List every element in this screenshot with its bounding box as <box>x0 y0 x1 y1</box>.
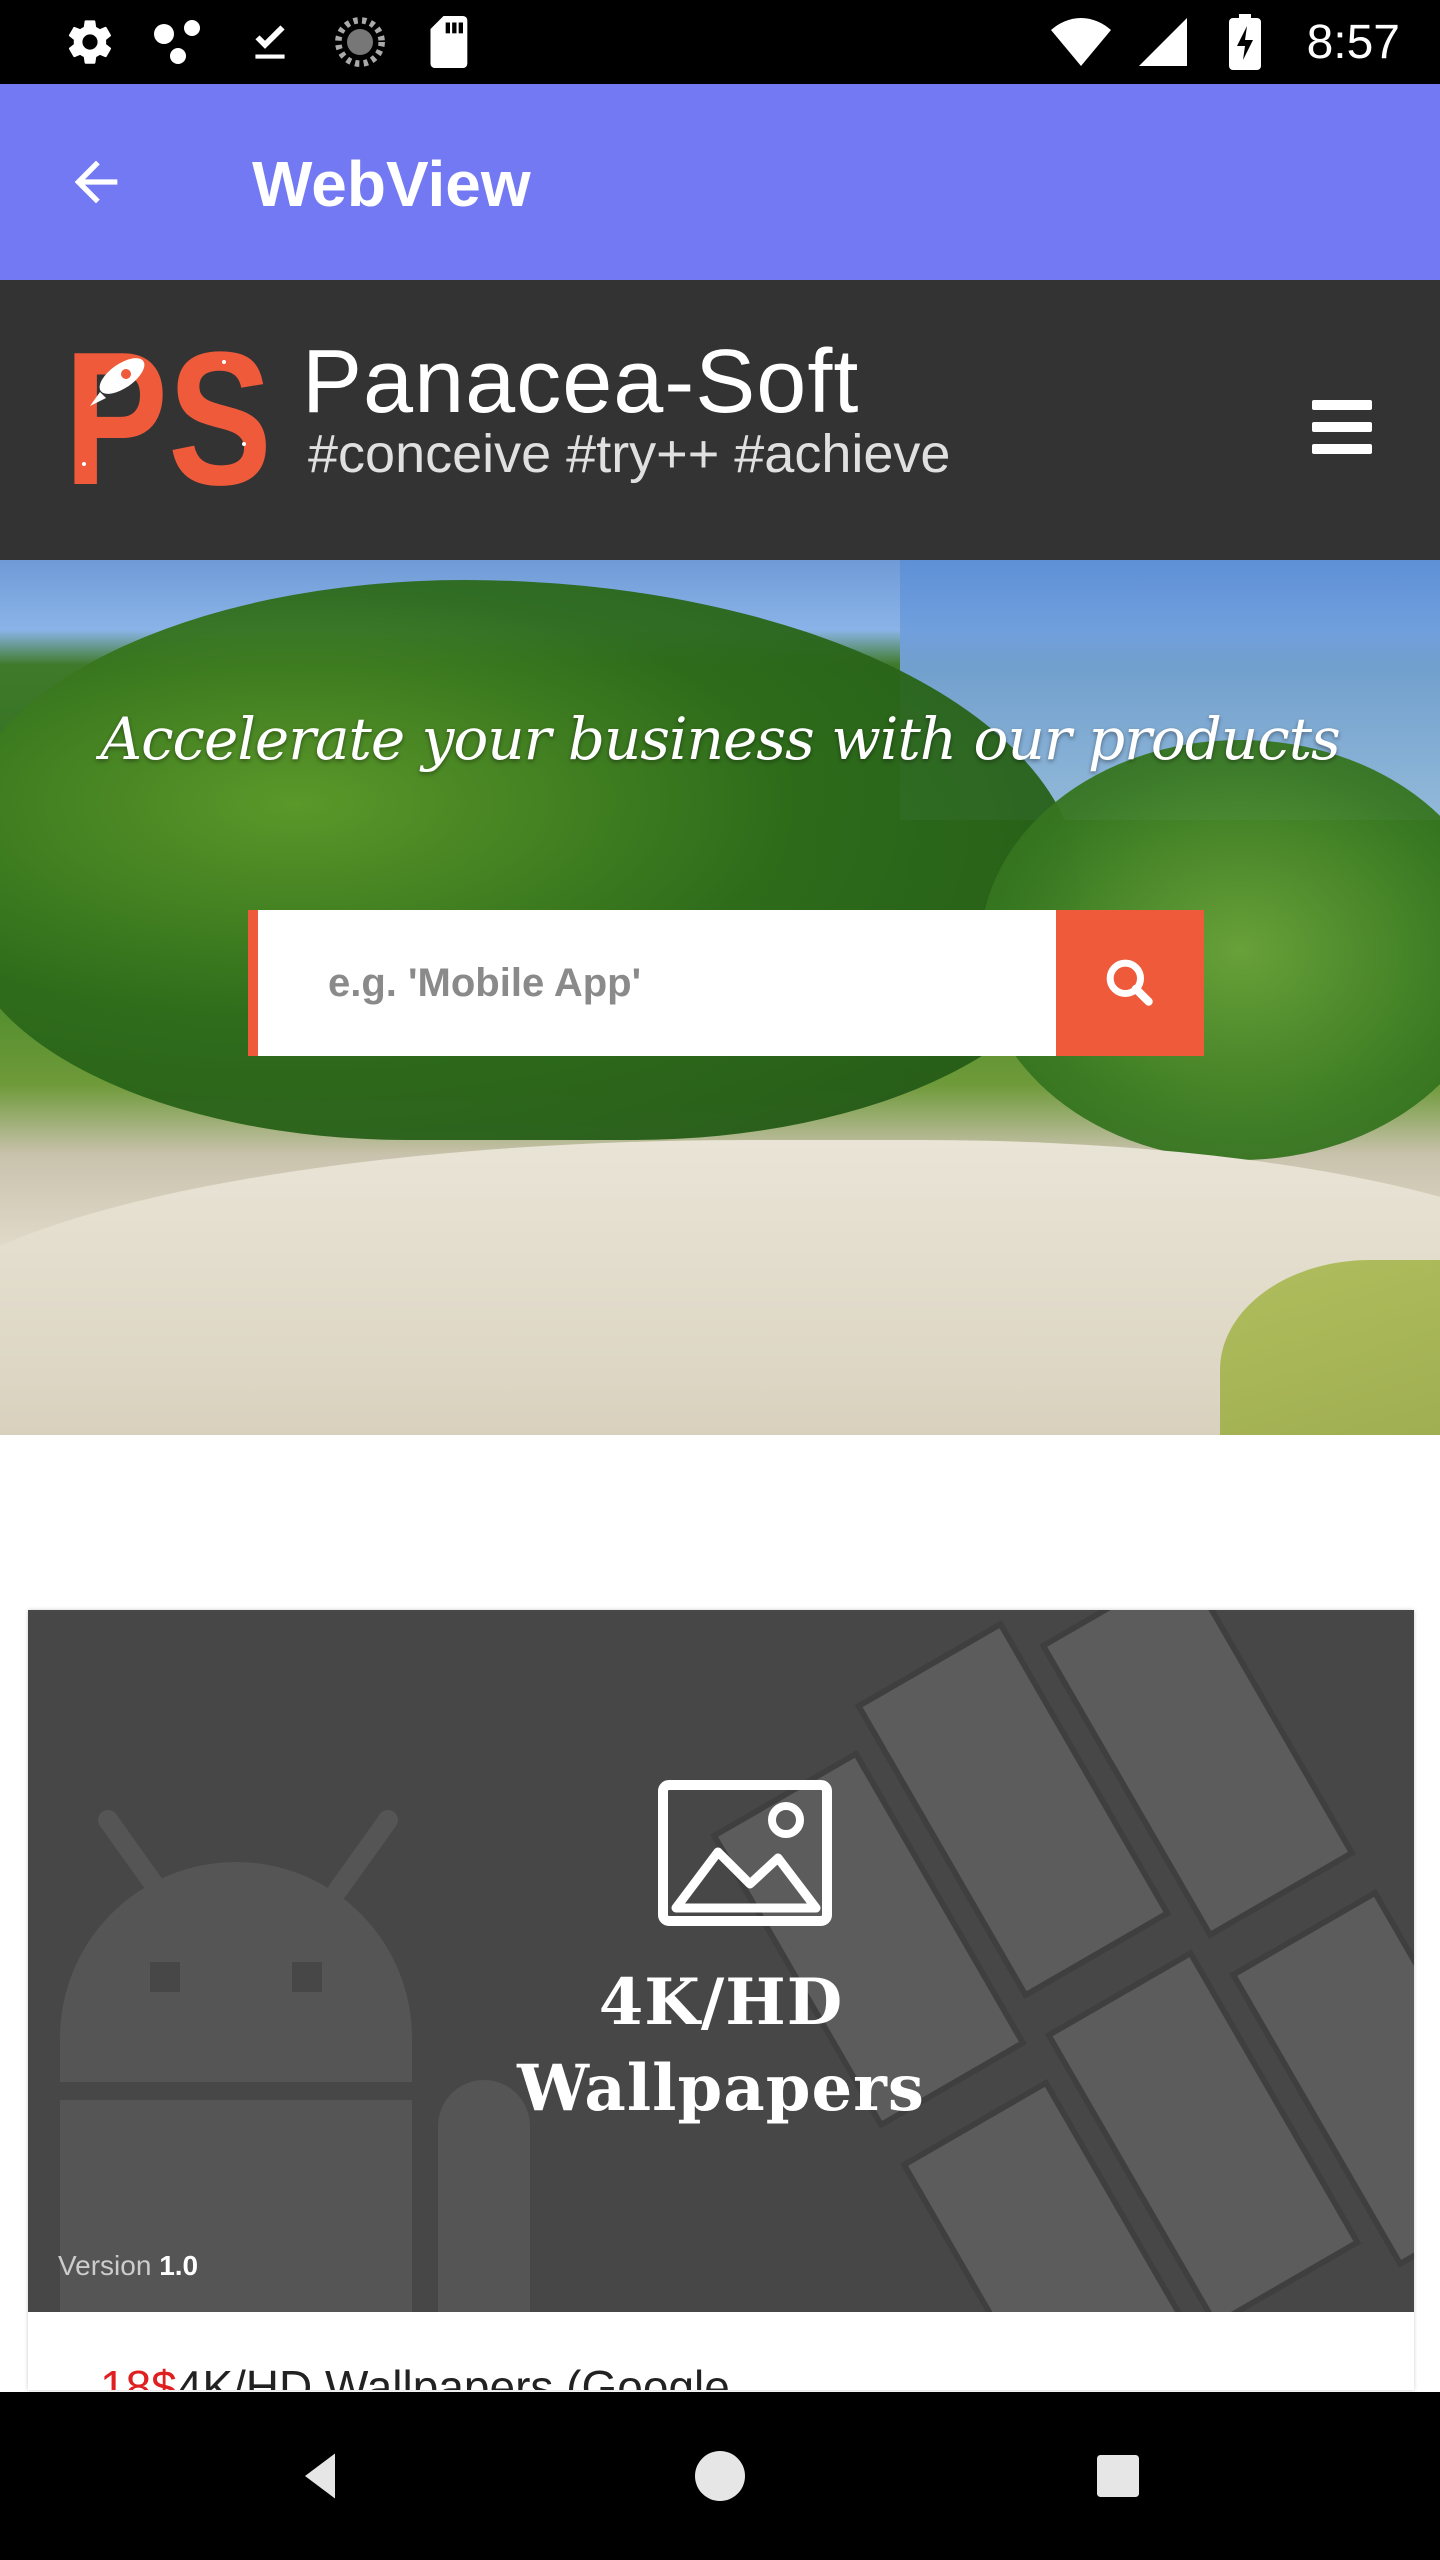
product-caption[interactable]: 18$4K/HD Wallpapers (Google <box>100 2360 730 2390</box>
status-right-icons: 8:57 <box>1050 12 1400 72</box>
wifi-icon <box>1050 12 1111 72</box>
image-icon <box>658 1780 832 1926</box>
product-image-title-line2: Wallpapers <box>517 2051 925 2126</box>
menu-line <box>1312 400 1372 410</box>
navigation-bar <box>0 2392 1440 2560</box>
brand-name[interactable]: Panacea-Soft <box>302 332 859 432</box>
hero-heading: Accelerate your business with our produc… <box>100 705 1341 773</box>
nav-recents-button[interactable] <box>1078 2436 1158 2516</box>
download-done-icon <box>240 12 300 72</box>
settings-icon <box>60 12 120 72</box>
brand-tagline: #conceive #try++ #achieve <box>308 424 951 484</box>
search-icon <box>1106 959 1153 1006</box>
search-bar <box>248 910 1204 1056</box>
sd-card-icon <box>420 12 480 72</box>
menu-line <box>1312 444 1372 454</box>
product-card[interactable]: 4K/HD Wallpapers Version 1.0 18$4K/HD Wa… <box>28 1610 1414 2390</box>
menu-line <box>1312 422 1372 432</box>
product-price: 18$ <box>100 2361 177 2390</box>
app-title: WebView <box>252 148 531 220</box>
nav-home-button[interactable] <box>680 2436 760 2516</box>
version-label: Version 1.0 <box>58 2250 198 2282</box>
nav-back-button[interactable] <box>280 2436 360 2516</box>
recents-square-icon <box>1097 2455 1139 2497</box>
app-bar: WebView <box>0 84 1440 280</box>
arrow-back-icon <box>74 160 118 204</box>
home-circle-icon <box>695 2451 745 2501</box>
status-bar: 8:57 <box>0 0 1440 84</box>
search-button[interactable] <box>1056 910 1204 1056</box>
hero-banner: Accelerate your business with our produc… <box>0 560 1440 1435</box>
product-image-title-line1: 4K/HD <box>598 1965 844 2040</box>
logo-text: PS <box>64 334 272 490</box>
version-number: 1.0 <box>159 2250 199 2281</box>
product-image-title: 4K/HD Wallpapers <box>28 1960 1414 2132</box>
status-time: 8:57 <box>1306 15 1400 69</box>
product-name: 4K/HD Wallpapers (Google <box>176 2361 730 2390</box>
back-triangle-icon <box>305 2453 335 2499</box>
product-image[interactable]: 4K/HD Wallpapers Version 1.0 <box>28 1610 1414 2312</box>
site-logo[interactable]: PS <box>64 313 272 525</box>
android-antennas <box>98 1810 398 1900</box>
battery-charging-icon <box>1215 12 1275 72</box>
signal-icon <box>1133 12 1193 72</box>
hamburger-menu-icon[interactable] <box>1300 385 1384 469</box>
dots-icon <box>150 12 210 72</box>
search-input[interactable] <box>248 910 1056 1056</box>
status-left-icons <box>60 12 480 72</box>
version-text: Version <box>58 2250 152 2281</box>
back-button[interactable] <box>48 134 144 230</box>
sync-icon <box>330 12 390 72</box>
site-header: PS Panacea-Soft #conceive #try++ #achiev… <box>0 280 1440 560</box>
